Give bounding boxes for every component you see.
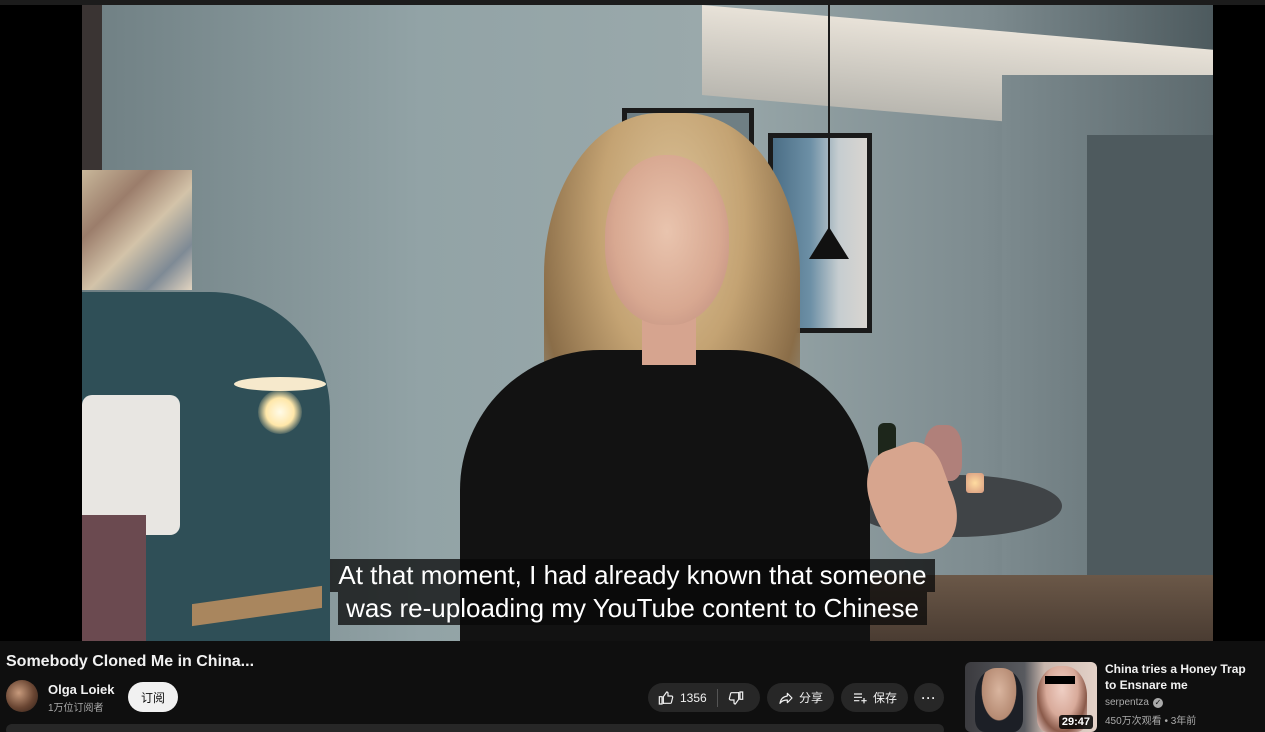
- video-duration: 29:47: [1058, 715, 1093, 729]
- recommended-age: 3年前: [1170, 716, 1197, 727]
- channel-name[interactable]: Olga Loiek: [48, 682, 114, 697]
- scene-candle: [966, 473, 984, 493]
- save-to-playlist-icon: [852, 690, 868, 706]
- video-title: Somebody Cloned Me in China...: [6, 653, 255, 670]
- video-frame[interactable]: [82, 5, 1213, 641]
- video-player[interactable]: At that moment, I had already known that…: [0, 0, 1265, 641]
- like-dislike-group: 1356: [648, 683, 760, 712]
- scene-shelf: [1087, 135, 1213, 575]
- thumbs-up-icon: [658, 690, 674, 706]
- scene-pillow: [82, 395, 180, 535]
- dislike-button[interactable]: [718, 683, 754, 712]
- recommended-video-channel[interactable]: serpentza ✓: [1105, 697, 1163, 708]
- subtitle-line-2: was re-uploading my YouTube content to C…: [338, 592, 927, 625]
- recommended-video-thumbnail[interactable]: 29:47: [965, 662, 1097, 732]
- recommended-video-title[interactable]: China tries a Honey Trap to Ensnare me: [1105, 661, 1255, 693]
- channel-avatar[interactable]: [6, 680, 38, 712]
- description-box[interactable]: [6, 724, 944, 732]
- subscribe-button[interactable]: 订阅: [128, 682, 178, 712]
- scene-wall-lamp: [234, 377, 326, 391]
- share-icon: [778, 690, 794, 706]
- scene-pillar: [82, 5, 102, 175]
- verified-badge-icon: ✓: [1152, 697, 1163, 708]
- subtitles: At that moment, I had already known that…: [0, 559, 1265, 625]
- like-button[interactable]: 1356: [648, 683, 717, 712]
- thumbnail-censor-bar: [1045, 676, 1075, 684]
- recommended-video-meta: 450万次观看 • 3年前: [1105, 716, 1197, 727]
- presenter-face: [605, 155, 729, 325]
- share-label: 分享: [798, 691, 823, 705]
- scene-pendant-cord: [828, 5, 830, 230]
- like-count: 1356: [680, 690, 707, 705]
- scene-collage: [82, 170, 192, 290]
- thumbs-down-icon: [728, 690, 744, 706]
- thumbnail-person-1: [975, 668, 1023, 732]
- recommended-channel-name: serpentza: [1105, 697, 1149, 708]
- share-button[interactable]: 分享: [767, 683, 834, 712]
- subtitle-line-1: At that moment, I had already known that…: [330, 559, 935, 592]
- more-actions-button[interactable]: ···: [914, 683, 944, 712]
- scene-lamp-glow: [258, 390, 302, 434]
- save-label: 保存: [872, 691, 897, 705]
- subscriber-count: 1万位订阅者: [48, 703, 104, 714]
- recommended-views: 450万次观看: [1105, 716, 1162, 727]
- save-button[interactable]: 保存: [841, 683, 908, 712]
